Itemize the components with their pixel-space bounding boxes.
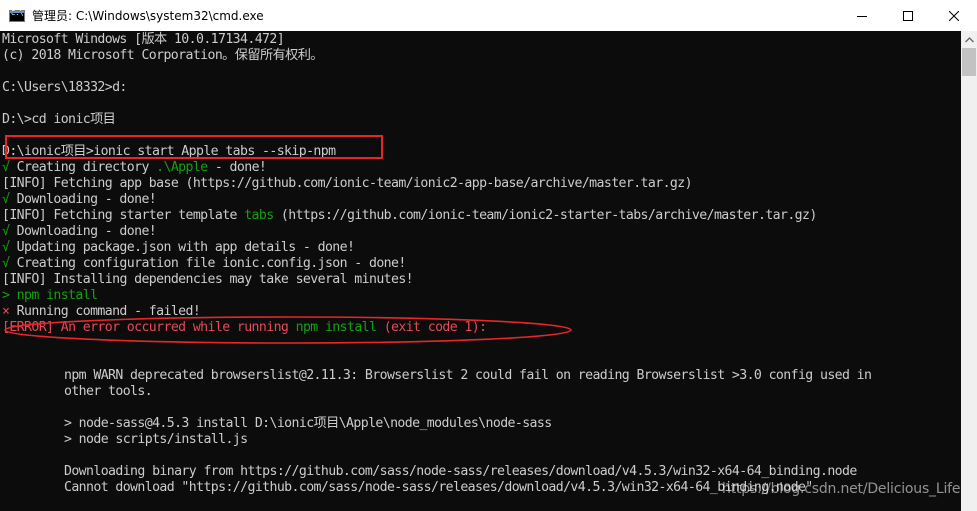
console-line: > node-sass@4.5.3 install D:\ionic项目\App… — [64, 416, 552, 431]
error-tag: [ERROR] — [2, 320, 54, 335]
console-line: (c) 2018 Microsoft Corporation。保留所有权利。 — [2, 48, 323, 63]
console-line: Cannot download "https://github.com/sass… — [64, 480, 813, 495]
console-line: npm WARN deprecated browserslist@2.11.3:… — [64, 368, 872, 383]
error-text: (exit code 1): — [376, 320, 487, 335]
maximize-icon — [903, 10, 913, 21]
console-text: - done! — [207, 160, 267, 175]
console-line: × Running command - failed! — [2, 304, 201, 320]
close-button[interactable] — [931, 0, 977, 31]
console-text: Creating directory — [9, 160, 157, 175]
console-text: Running command - failed! — [9, 304, 201, 319]
error-command: npm install — [295, 320, 377, 335]
console-line: √ Creating directory .\Apple - done! — [2, 160, 267, 176]
console-text: Fetching starter template — [46, 208, 245, 223]
console-line: √ Creating configuration file ionic.conf… — [2, 256, 406, 272]
minimize-icon — [857, 15, 867, 17]
maximize-button[interactable] — [885, 0, 931, 31]
scroll-up-icon — [964, 36, 974, 42]
console-line: D:\ionic项目>ionic start Apple tabs --skip… — [2, 144, 336, 159]
error-text: An error occurred while running — [53, 320, 296, 335]
console-line: other tools. — [64, 384, 153, 399]
info-tag: [INFO] — [2, 272, 47, 287]
console-text: Fetching app base (https://github.com/io… — [46, 176, 692, 191]
console-text: (https://github.com/ionic-team/ionic2-st… — [273, 208, 817, 223]
minimize-button[interactable] — [839, 0, 885, 31]
console-output[interactable]: Microsoft Windows [版本 10.0.17134.472] (c… — [0, 31, 961, 511]
console-line: √ Updating package.json with app details… — [2, 240, 355, 256]
scroll-up-button[interactable] — [961, 31, 977, 48]
console-line: > npm install — [2, 288, 98, 304]
info-tag: [INFO] — [2, 176, 47, 191]
scroll-thumb[interactable] — [962, 48, 976, 76]
window-controls — [839, 0, 977, 31]
console-line: [INFO] Installing dependencies may take … — [2, 272, 414, 288]
watermark: https://blog.csdn.net/Delicious_Life — [722, 481, 961, 497]
cmd-window: 管理员: C:\Windows\system32\cmd.exe Microso… — [0, 0, 977, 511]
info-tag: [INFO] — [2, 208, 47, 223]
console-line: √ Downloading - done! — [2, 224, 157, 240]
console-text: Updating package.json with app details -… — [9, 240, 355, 255]
console-text: Creating configuration file ionic.config… — [9, 256, 407, 271]
console-line: √ Downloading - done! — [2, 192, 157, 208]
console-text: Installing dependencies may take several… — [46, 272, 414, 287]
console-line: Microsoft Windows [版本 10.0.17134.472] — [2, 32, 285, 47]
template-name: tabs — [244, 208, 274, 223]
console-line: > node scripts/install.js — [64, 432, 248, 447]
console-path: .\Apple — [156, 160, 208, 175]
console-line: [ERROR] An error occurred while running … — [2, 320, 487, 336]
vertical-scrollbar[interactable] — [961, 31, 977, 511]
cmd-app-icon[interactable] — [9, 9, 25, 22]
console-command: npm install — [9, 288, 98, 303]
window-title: 管理员: C:\Windows\system32\cmd.exe — [32, 9, 264, 23]
console-text: Downloading - done! — [9, 192, 157, 207]
console-text: Downloading - done! — [9, 224, 157, 239]
console-line: D:\>cd ionic项目 — [2, 112, 116, 127]
title-bar[interactable]: 管理员: C:\Windows\system32\cmd.exe — [0, 0, 977, 31]
console-line: [INFO] Fetching starter template tabs (h… — [2, 208, 817, 224]
console-line: Downloading binary from https://github.c… — [64, 464, 857, 479]
close-icon — [949, 10, 959, 21]
console-line: C:\Users\18332>d: — [2, 80, 127, 95]
console-line: [INFO] Fetching app base (https://github… — [2, 176, 693, 192]
